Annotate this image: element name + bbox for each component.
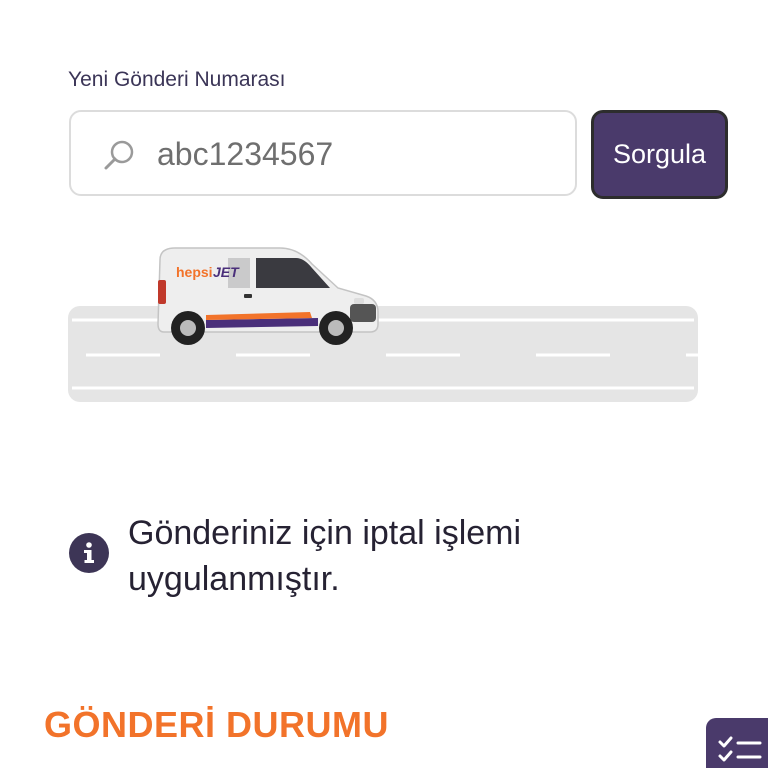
search-icon	[103, 138, 137, 172]
tracking-number-label: Yeni Gönderi Numarası	[68, 68, 286, 91]
tracking-number-input[interactable]	[157, 130, 557, 178]
query-button[interactable]: Sorgula	[591, 110, 728, 199]
checklist-button[interactable]	[706, 718, 768, 768]
van: hepsi JET	[157, 247, 379, 345]
shipment-status-title: GÖNDERİ DURUMU	[44, 704, 389, 745]
info-icon	[69, 533, 109, 573]
van-brand-prefix: hepsi	[176, 264, 213, 280]
van-brand-suffix: JET	[213, 264, 240, 280]
checklist-icon	[718, 736, 762, 762]
tracking-page: Yeni Gönderi Numarası Sorgula	[0, 0, 768, 768]
delivery-van-illustration: hepsi JET	[68, 247, 698, 402]
cancellation-notice: Gönderiniz için iptal işlemi uygulanmışt…	[128, 514, 522, 598]
tracking-search-box[interactable]	[69, 110, 577, 196]
